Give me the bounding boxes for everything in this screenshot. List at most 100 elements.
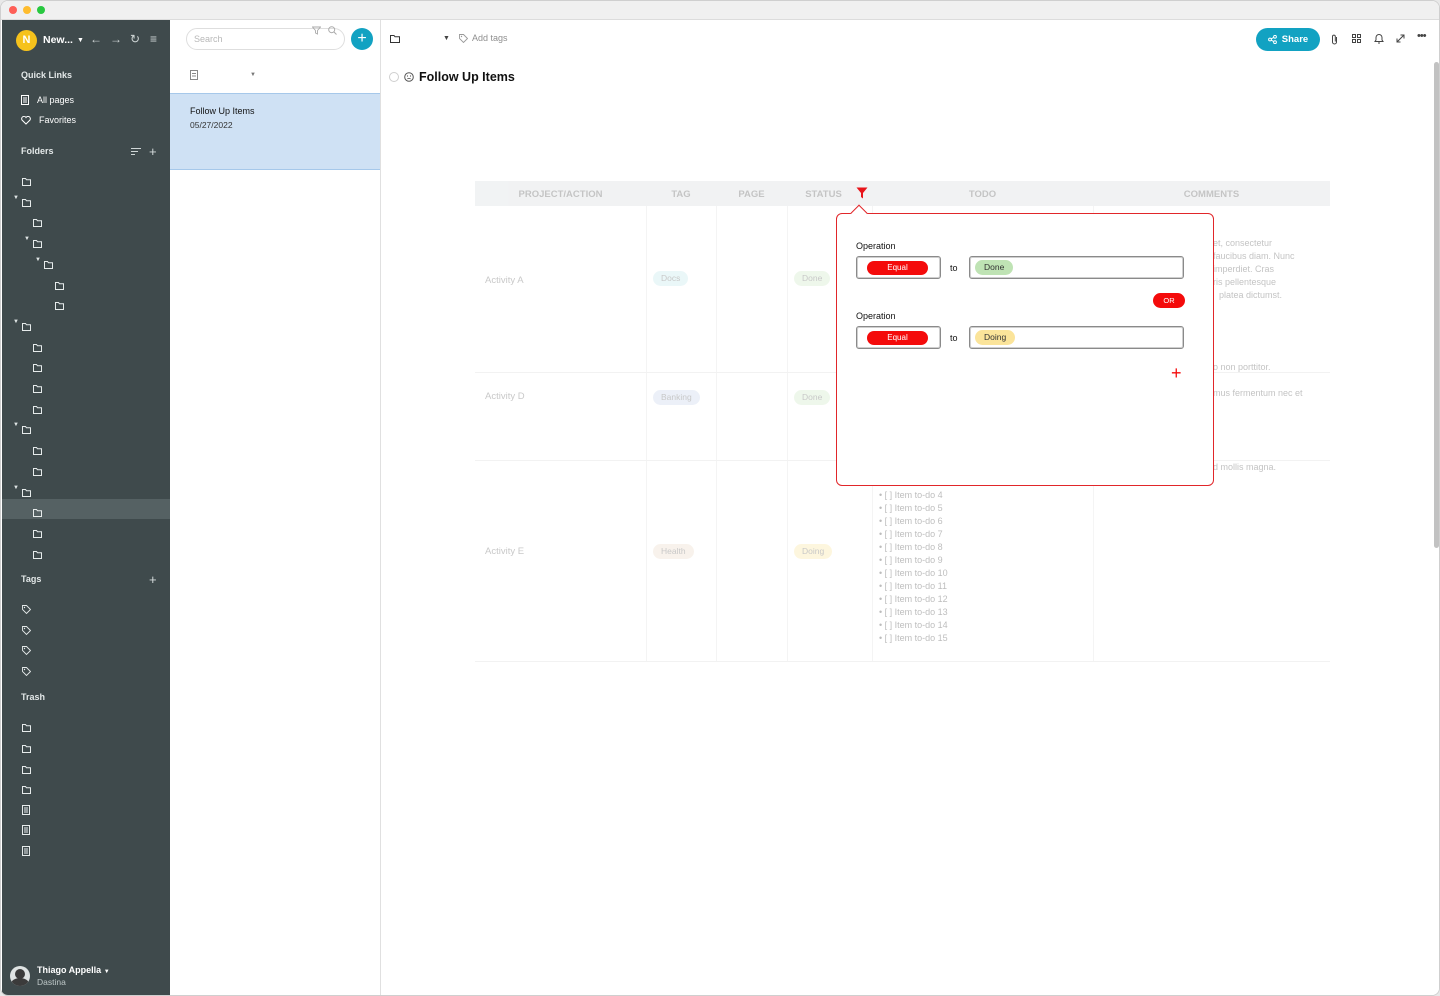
- folder-icon[interactable]: [390, 35, 400, 43]
- sidebar-item-favorites[interactable]: Favorites: [21, 112, 76, 128]
- share-button[interactable]: Share: [1256, 28, 1320, 51]
- folder-tree-item[interactable]: [2, 520, 170, 540]
- filter-icon[interactable]: [856, 187, 868, 199]
- folder-tree-item[interactable]: [2, 541, 170, 561]
- expand-arrow-icon[interactable]: ▼: [13, 485, 19, 491]
- folder-tree-item[interactable]: ▼: [2, 230, 170, 250]
- trash-item[interactable]: [2, 735, 170, 755]
- expand-arrow-icon[interactable]: ▼: [13, 319, 19, 325]
- forward-arrow-icon[interactable]: →: [110, 32, 122, 46]
- paperclip-icon[interactable]: [1330, 34, 1339, 45]
- todo-item[interactable]: • [ ] Item to-do 11: [879, 580, 948, 593]
- folder-tree-item[interactable]: [2, 209, 170, 229]
- tag-badge[interactable]: Health: [653, 544, 694, 559]
- sidebar-item-all-pages[interactable]: All pages: [21, 92, 74, 108]
- folder-tree-item[interactable]: [2, 375, 170, 395]
- trash-item[interactable]: [2, 714, 170, 734]
- expand-icon[interactable]: [1396, 34, 1405, 43]
- folder-tree-item[interactable]: [2, 499, 170, 519]
- list-item[interactable]: Follow Up Items 05/27/2022: [170, 93, 380, 170]
- todo-item[interactable]: • [ ] Item to-do 7: [879, 528, 948, 541]
- scrollbar[interactable]: [1434, 62, 1439, 548]
- zoom-window-button[interactable]: [37, 6, 45, 14]
- todo-item[interactable]: • [ ] Item to-do 15: [879, 632, 948, 645]
- folder-tree-item[interactable]: [2, 168, 170, 188]
- expand-arrow-icon[interactable]: ▼: [35, 257, 41, 263]
- search-input[interactable]: Search: [186, 28, 345, 50]
- folder-tree-item[interactable]: [2, 272, 170, 292]
- tag-item[interactable]: [2, 658, 170, 678]
- more-icon[interactable]: •••: [1417, 30, 1427, 42]
- close-window-button[interactable]: [9, 6, 17, 14]
- todo-item[interactable]: • [ ] Item to-do 8: [879, 541, 948, 554]
- expand-arrow-icon[interactable]: ▼: [13, 422, 19, 428]
- tag-item[interactable]: [2, 617, 170, 637]
- emoji-icon[interactable]: [404, 72, 414, 82]
- operator-select[interactable]: Equal: [856, 326, 941, 349]
- folder-tree-item[interactable]: [2, 354, 170, 374]
- trash-item[interactable]: [2, 756, 170, 776]
- note-list-sort[interactable]: ▼: [190, 70, 256, 80]
- minimize-window-button[interactable]: [23, 6, 31, 14]
- status-badge[interactable]: Done: [794, 271, 831, 286]
- column-header-project[interactable]: PROJECT/ACTION: [475, 189, 646, 200]
- folder-tree-item[interactable]: [2, 458, 170, 478]
- folder-tree-item[interactable]: ▼: [2, 416, 170, 436]
- folder-tree-item[interactable]: ▼: [2, 251, 170, 271]
- trash-item[interactable]: [2, 776, 170, 796]
- trash-item[interactable]: [2, 817, 170, 837]
- table-cell-project[interactable]: Activity E: [485, 546, 524, 557]
- tag-badge[interactable]: Banking: [653, 390, 700, 405]
- trash-item[interactable]: [2, 838, 170, 858]
- todo-item[interactable]: • [ ] Item to-do 9: [879, 554, 948, 567]
- operator-select[interactable]: Equal: [856, 256, 941, 279]
- folder-tree-item[interactable]: [2, 437, 170, 457]
- folder-tree-item[interactable]: [2, 334, 170, 354]
- todo-item[interactable]: • [ ] Item to-do 14: [879, 619, 948, 632]
- value-select[interactable]: Doing: [969, 326, 1184, 349]
- folder-tree-item[interactable]: [2, 396, 170, 416]
- chevron-down-icon[interactable]: ▼: [443, 35, 450, 42]
- filter-icon[interactable]: [312, 26, 321, 35]
- user-menu[interactable]: Thiago Appella ▼ Dastina: [10, 965, 110, 987]
- table-cell-project[interactable]: Activity A: [485, 275, 524, 286]
- trash-item[interactable]: [2, 797, 170, 817]
- table-cell-project[interactable]: Activity D: [485, 391, 525, 402]
- todo-item[interactable]: • [ ] Item to-do 13: [879, 606, 948, 619]
- column-header-todo[interactable]: TODO: [872, 189, 1093, 200]
- folder-tree-item[interactable]: ▼: [2, 479, 170, 499]
- back-arrow-icon[interactable]: ←: [90, 32, 102, 46]
- folder-tree-item[interactable]: ▼: [2, 189, 170, 209]
- tag-item[interactable]: [2, 637, 170, 657]
- todo-item[interactable]: • [ ] Item to-do 5: [879, 502, 948, 515]
- add-tags-button[interactable]: Add tags: [459, 33, 508, 43]
- add-folder-icon[interactable]: +: [149, 145, 157, 158]
- status-badge[interactable]: Doing: [794, 544, 833, 559]
- sort-icon[interactable]: [131, 148, 141, 156]
- todo-item[interactable]: • [ ] Item to-do 12: [879, 593, 948, 606]
- grid-icon[interactable]: [1352, 34, 1361, 43]
- add-note-button[interactable]: +: [351, 28, 373, 50]
- todo-item[interactable]: • [ ] Item to-do 4: [879, 489, 948, 502]
- expand-arrow-icon[interactable]: ▼: [13, 195, 19, 201]
- add-condition-button[interactable]: +: [1171, 364, 1182, 382]
- or-toggle-button[interactable]: OR: [1153, 293, 1185, 308]
- tag-item[interactable]: [2, 596, 170, 616]
- status-badge[interactable]: Done: [794, 390, 831, 405]
- tag-badge[interactable]: Docs: [653, 271, 689, 286]
- sync-icon[interactable]: ↻: [130, 32, 140, 46]
- menu-icon[interactable]: ≡: [150, 32, 157, 46]
- column-header-tag[interactable]: TAG: [646, 189, 716, 200]
- column-header-comments[interactable]: COMMENTS: [1093, 189, 1330, 200]
- expand-arrow-icon[interactable]: ▼: [24, 236, 30, 242]
- folder-tree-item[interactable]: ▼: [2, 313, 170, 333]
- bell-icon[interactable]: [1374, 33, 1384, 44]
- search-icon[interactable]: [328, 26, 337, 35]
- value-select[interactable]: Done: [969, 256, 1184, 279]
- checkbox-icon[interactable]: [389, 72, 399, 82]
- column-header-page[interactable]: PAGE: [716, 189, 787, 200]
- add-tag-icon[interactable]: +: [149, 573, 157, 586]
- todo-item[interactable]: • [ ] Item to-do 10: [879, 567, 948, 580]
- todo-item[interactable]: • [ ] Item to-do 6: [879, 515, 948, 528]
- folder-tree-item[interactable]: [2, 292, 170, 312]
